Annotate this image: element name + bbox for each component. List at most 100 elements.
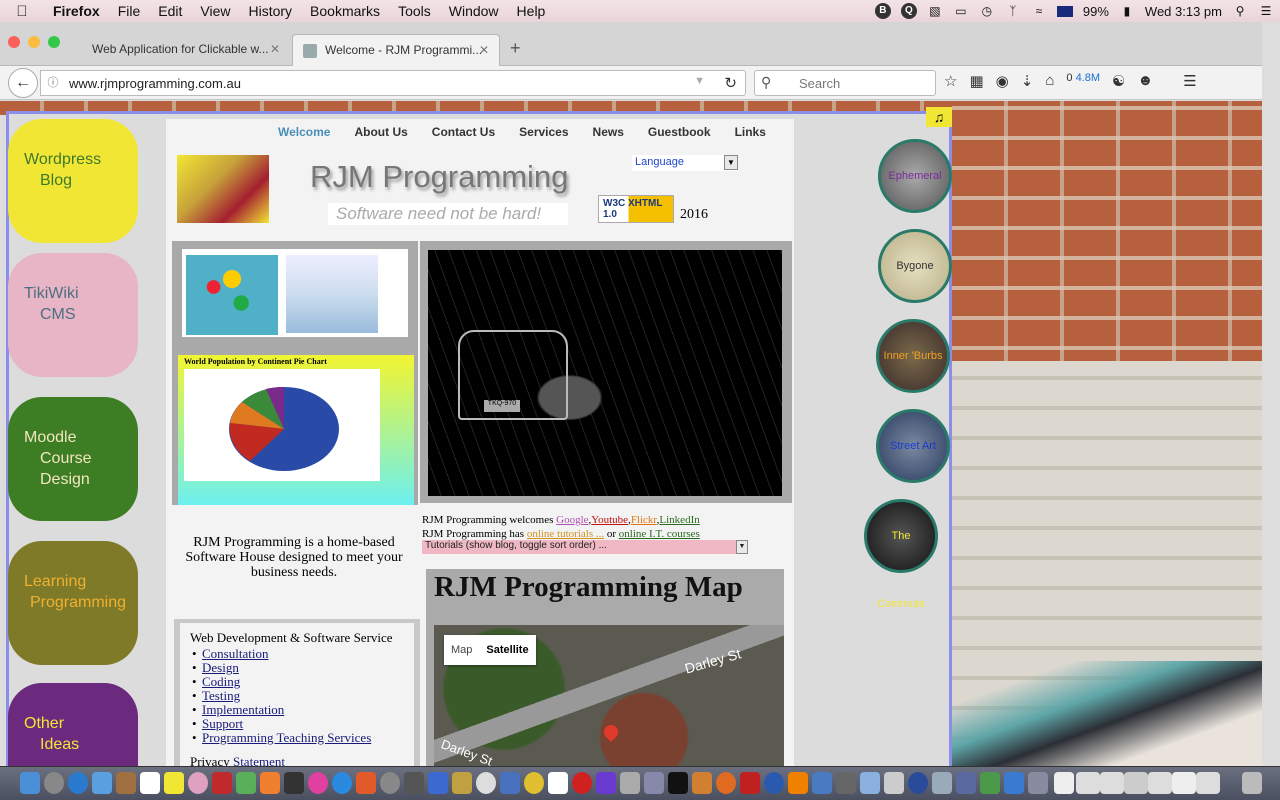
minimized-window-icon[interactable] (1196, 772, 1220, 794)
safari-icon[interactable] (68, 772, 88, 794)
opera-icon[interactable] (572, 772, 592, 794)
document-icon[interactable] (1054, 772, 1074, 794)
vlc-icon[interactable] (788, 772, 808, 794)
battery-icon[interactable]: ▮ (1119, 4, 1135, 18)
google-link[interactable]: Google (556, 514, 588, 526)
app-icon[interactable] (284, 772, 304, 794)
downloads-icon[interactable]: ⇣ (1021, 72, 1034, 90)
menu-help[interactable]: Help (508, 3, 555, 19)
close-window-button[interactable] (8, 36, 20, 48)
circle-link-street-art[interactable]: Street Art (876, 409, 950, 483)
chevron-down-icon[interactable]: ▼ (724, 155, 738, 170)
app-icon[interactable] (884, 772, 904, 794)
nav-services[interactable]: Services (507, 125, 580, 139)
tab-web-application[interactable]: Web Application for Clickable w... ✕ (80, 34, 290, 66)
app-icon[interactable] (644, 772, 664, 794)
address-bar[interactable]: ⓘ www.rjmprogramming.com.au ▼ ↻ (40, 70, 746, 96)
screenshot-image[interactable] (286, 255, 378, 333)
help-icon[interactable] (836, 772, 856, 794)
w3c-xhtml-badge[interactable]: W3C XHTML 1.0 (598, 195, 674, 223)
pocket-icon[interactable]: ◉ (996, 72, 1009, 90)
photos-icon[interactable] (188, 772, 208, 794)
music-note-icon[interactable]: ♫ (926, 107, 952, 127)
flickr-link[interactable]: Flickr (631, 514, 657, 526)
site-info-icon[interactable]: ⓘ (45, 75, 61, 91)
airplay-icon[interactable]: ▭ (953, 4, 969, 18)
app-icon[interactable] (500, 772, 520, 794)
app-icon[interactable] (476, 772, 496, 794)
slideshow-thumbnail[interactable] (182, 249, 408, 337)
map-type-map-button[interactable]: Map (444, 635, 479, 665)
apple-menu-icon[interactable]:  (0, 3, 44, 20)
close-tab-icon[interactable]: ✕ (270, 42, 280, 56)
minimized-window-icon[interactable] (1124, 772, 1148, 794)
circle-link-ephemeral[interactable]: Ephemeral (878, 139, 952, 213)
app-icon[interactable] (452, 772, 472, 794)
map-pin-icon[interactable] (601, 722, 621, 742)
chat-icon[interactable]: ☻ (1137, 72, 1153, 90)
status-b-icon[interactable]: B (874, 3, 891, 19)
pie-chart-thumbnail[interactable]: World Population by Continent Pie Chart (178, 355, 414, 505)
url-dropdown-icon[interactable]: ▼ (694, 75, 705, 87)
hamburger-menu-icon[interactable]: ☰ (1183, 72, 1196, 90)
close-tab-icon[interactable]: ✕ (479, 43, 489, 57)
privacy-statement-link[interactable]: Statement (233, 754, 285, 767)
firefox-icon[interactable] (716, 772, 736, 794)
sidebar-item-moodle-course-design[interactable]: Moodle Course Design (8, 397, 138, 521)
php-icon[interactable] (956, 772, 976, 794)
flag-icon[interactable] (1056, 5, 1073, 17)
app-icon[interactable] (356, 772, 376, 794)
service-link-testing[interactable]: Testing (190, 689, 414, 704)
new-tab-button[interactable]: + (510, 38, 521, 59)
app-icon[interactable] (932, 772, 952, 794)
online-tutorials-link[interactable]: online tutorials ... (527, 528, 604, 540)
status-book-icon[interactable]: ▧ (927, 4, 943, 18)
nav-about-us[interactable]: About Us (342, 125, 419, 139)
spotlight-search-icon[interactable]: ⚲ (1232, 4, 1248, 18)
sidebar-item-wordpress-blog[interactable]: Wordpress Blog (8, 119, 138, 243)
minimized-window-icon[interactable] (1076, 772, 1100, 794)
notification-center-icon[interactable]: ☰ (1258, 4, 1274, 18)
app-icon[interactable] (692, 772, 712, 794)
service-link-teaching[interactable]: Programming Teaching Services (190, 731, 414, 746)
service-link-consultation[interactable]: Consultation (190, 647, 414, 662)
minimized-window-icon[interactable] (1172, 772, 1196, 794)
calendar-icon[interactable] (140, 772, 160, 794)
search-input[interactable]: ⚲ Search (754, 70, 936, 96)
app-icon[interactable] (260, 772, 280, 794)
app-icon[interactable] (812, 772, 832, 794)
map-type-satellite-button[interactable]: Satellite (479, 635, 535, 665)
back-button[interactable]: ← (8, 68, 38, 98)
nav-links[interactable]: Links (723, 125, 778, 139)
app-icon[interactable] (1028, 772, 1048, 794)
app-icon[interactable] (212, 772, 232, 794)
terminal-icon[interactable] (668, 772, 688, 794)
extension-icon[interactable]: ☯ (1112, 72, 1125, 90)
bluetooth-icon[interactable]: ᛉ (1005, 4, 1021, 18)
home-icon[interactable]: ⌂ (1045, 72, 1054, 90)
menu-tools[interactable]: Tools (389, 3, 440, 19)
trash-icon[interactable] (1242, 772, 1262, 794)
online-courses-link[interactable]: online I.T. courses (619, 528, 700, 540)
chevron-down-icon[interactable]: ▼ (736, 540, 748, 554)
bookmark-star-icon[interactable]: ☆ (944, 72, 957, 90)
australia-map-image[interactable] (186, 255, 278, 335)
service-link-implementation[interactable]: Implementation (190, 703, 414, 718)
itunes-icon[interactable] (308, 772, 328, 794)
preferences-icon[interactable] (380, 772, 400, 794)
satellite-map[interactable]: Map Satellite Darley St Darley St (434, 625, 784, 766)
menu-edit[interactable]: Edit (149, 3, 191, 19)
app-icon[interactable] (620, 772, 640, 794)
bbedit-icon[interactable] (908, 772, 928, 794)
sidebar-item-tikiwiki-cms[interactable]: TikiWiki CMS (8, 253, 138, 377)
service-link-coding[interactable]: Coding (190, 675, 414, 690)
maps-icon[interactable] (236, 772, 256, 794)
nav-news[interactable]: News (581, 125, 636, 139)
nav-guestbook[interactable]: Guestbook (636, 125, 723, 139)
chrome-icon[interactable] (524, 772, 544, 794)
linkedin-link[interactable]: LinkedIn (659, 514, 699, 526)
menu-bookmarks[interactable]: Bookmarks (301, 3, 389, 19)
url-text[interactable]: www.rjmprogramming.com.au (69, 76, 241, 91)
circle-link-bygone[interactable]: Bygone (878, 229, 952, 303)
download-counter[interactable]: 0 4.8M (1066, 72, 1100, 90)
